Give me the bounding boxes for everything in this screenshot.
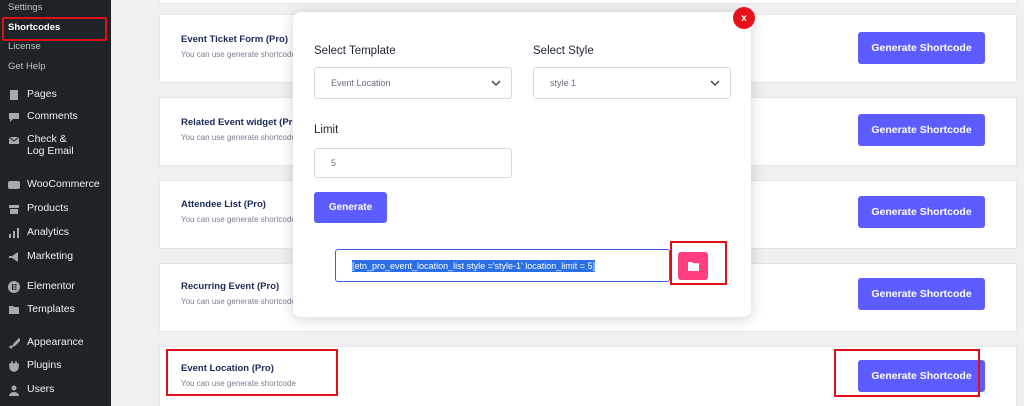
menu-item-appearance[interactable]: Appearance [8,336,84,349]
menu-item-comments[interactable]: Comments [8,110,78,123]
menu-item-label: Plugins [27,359,62,371]
products-icon [8,203,20,215]
marketing-icon [8,251,20,263]
users-icon [8,384,20,396]
menu-item-label: Comments [27,110,78,122]
style-select-value: style 1 [550,78,577,88]
generate-button[interactable]: Generate [314,192,387,223]
submenu-get-help[interactable]: Get Help [8,61,46,72]
menu-item-label: Elementor [27,280,75,292]
card-description: You can use generate shortcode [181,133,296,142]
generate-shortcode-button[interactable]: Generate Shortcode [858,196,985,228]
chevron-down-icon [491,78,501,88]
menu-item-templates[interactable]: Templates [8,303,75,316]
card-title: Event Ticket Form (Pro) [181,34,288,45]
limit-label: Limit [314,124,339,136]
menu-item-pages[interactable]: Pages [8,88,57,101]
menu-item-woocommerce[interactable]: WooCommerce [8,178,100,191]
menu-item-check-log-email[interactable]: Check & Log Email [8,133,87,157]
submenu-settings[interactable]: Settings [8,2,42,13]
menu-item-label: Marketing [27,250,74,262]
event-location-button-highlight [834,349,980,397]
copy-button-highlight [670,241,727,285]
menu-item-label: WooCommerce [27,178,100,190]
card-title: Attendee List (Pro) [181,199,266,210]
generate-shortcode-button[interactable]: Generate Shortcode [858,32,985,64]
template-select-value: Event Location [331,78,391,88]
menu-item-label: Users [27,383,55,395]
shortcode-output-field[interactable]: [etn_pro_event_location_list style ='sty… [335,249,670,282]
analytics-icon [8,227,20,239]
generate-shortcode-button[interactable]: Generate Shortcode [858,114,985,146]
menu-item-label: Templates [27,303,75,315]
templates-icon [8,304,20,316]
email-icon [8,134,20,146]
admin-sidebar: Settings Shortcodes License Get Help Pag… [0,0,111,406]
elementor-icon [8,281,20,293]
plugins-icon [8,360,20,372]
generate-shortcode-button[interactable]: Generate Shortcode [858,278,985,310]
card-description: You can use generate shortcode [181,297,296,306]
pages-icon [8,89,20,101]
modal-close-button[interactable]: x [733,7,755,29]
menu-item-elementor[interactable]: Elementor [8,280,75,293]
select-style-label: Select Style [533,45,594,57]
comments-icon [8,111,20,123]
card-description: You can use generate shortcode [181,215,296,224]
menu-item-label: Analytics [27,226,70,238]
menu-item-products[interactable]: Products [8,202,68,215]
menu-item-label: Pages [27,88,57,100]
style-select[interactable]: style 1 [533,67,731,99]
menu-item-label: Appearance [27,336,84,348]
woocommerce-icon [8,179,20,191]
menu-item-plugins[interactable]: Plugins [8,359,61,372]
card-title: Related Event widget (Pro) [181,117,302,128]
shortcodes-highlight-box [2,17,107,41]
shortcode-card-partial [159,0,1017,4]
event-location-title-highlight [166,349,338,396]
menu-item-marketing[interactable]: Marketing [8,250,73,263]
card-title: Recurring Event (Pro) [181,281,280,292]
menu-item-label: Products [27,202,69,214]
submenu-license[interactable]: License [8,41,41,52]
chevron-down-icon [710,78,720,88]
shortcode-text: [etn_pro_event_location_list style ='sty… [352,259,596,272]
card-description: You can use generate shortcode [181,50,296,59]
menu-item-users[interactable]: Users [8,383,54,396]
select-template-label: Select Template [314,45,396,57]
limit-input[interactable] [314,148,512,178]
appearance-icon [8,337,20,349]
template-select[interactable]: Event Location [314,67,512,99]
menu-item-analytics[interactable]: Analytics [8,226,69,239]
menu-item-label: Check & Log Email [27,133,74,157]
